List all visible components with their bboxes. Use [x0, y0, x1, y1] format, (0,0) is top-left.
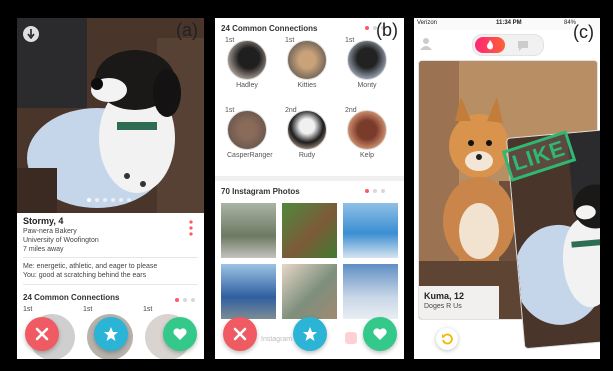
more-vertical-icon[interactable]	[188, 220, 194, 236]
instagram-title: 70 Instagram Photos	[221, 187, 300, 196]
panel-c-swipe-view: Verizon 11:34 PM 84% (c) Kuma, 12 Doges …	[414, 18, 600, 359]
connection-avatar	[227, 40, 267, 80]
super-like-button[interactable]	[94, 317, 128, 351]
star-icon	[104, 327, 118, 341]
heart-icon	[373, 328, 387, 340]
divider	[23, 284, 198, 285]
instagram-photo[interactable]	[343, 264, 398, 319]
instagram-photo[interactable]	[282, 264, 337, 319]
like-button[interactable]	[163, 317, 197, 351]
connection-degree: 1st	[225, 107, 235, 114]
pager-dot[interactable]	[191, 298, 195, 302]
connection-degree: 2nd	[345, 107, 357, 114]
panel-label-c: (c)	[573, 22, 594, 42]
bio-line: Me: energetic, athletic, and eager to pl…	[23, 263, 158, 270]
panel-label-a: (a)	[176, 20, 198, 40]
instagram-photo[interactable]	[282, 203, 337, 258]
pager-dot[interactable]	[365, 26, 369, 30]
close-icon	[233, 327, 247, 341]
connection-degree: 1st	[83, 306, 93, 313]
panel-label-b: (b)	[376, 20, 398, 40]
card-caption: Kuma, 12 Doges R Us	[419, 286, 499, 319]
profile-work: Paw-nera Bakery	[23, 228, 77, 235]
instagram-footer: Instagram	[261, 336, 293, 343]
pager-dot[interactable]	[87, 198, 91, 202]
mode-toggle[interactable]	[472, 34, 544, 56]
connection-name: Hadley	[236, 82, 258, 89]
undo-button[interactable]	[436, 328, 458, 350]
like-button[interactable]	[363, 317, 397, 351]
profile-name: Kuma, 12	[424, 291, 465, 301]
connection-item[interactable]: 1st Hadley	[225, 37, 267, 89]
connection-avatar	[347, 40, 387, 80]
divider	[23, 257, 198, 258]
profile-work: Doges R Us	[424, 303, 462, 310]
connection-degree: 1st	[345, 37, 355, 44]
connection-name: Kitties	[297, 82, 317, 89]
pager-dot[interactable]	[381, 189, 385, 193]
connection-item[interactable]: 1st Kitties	[285, 37, 327, 89]
instagram-photo[interactable]	[221, 203, 276, 258]
panel-a-profile-card: (a) Stormy, 4 Paw-nera Bakery University…	[17, 18, 204, 359]
section-divider	[215, 176, 404, 181]
connection-degree: 1st	[285, 37, 295, 44]
connection-avatar	[287, 40, 327, 80]
chat-icon[interactable]	[517, 39, 529, 51]
settings-icon[interactable]	[23, 26, 39, 42]
profile-icon[interactable]	[419, 36, 433, 50]
connection-degree: 2nd	[285, 107, 297, 114]
star-icon	[303, 327, 317, 341]
photo-pager	[87, 198, 131, 202]
nope-button[interactable]	[223, 317, 257, 351]
instagram-photo[interactable]	[221, 264, 276, 319]
pager-dot[interactable]	[119, 198, 123, 202]
bio-line: You: good at scratching behind the ears	[23, 272, 147, 279]
instagram-photo[interactable]	[343, 203, 398, 258]
carrier-label: Verizon	[417, 20, 438, 26]
connection-item[interactable]: 2nd Kelp	[345, 107, 387, 159]
connection-degree: 1st	[225, 37, 235, 44]
nope-button[interactable]	[25, 317, 59, 351]
pager-dot[interactable]	[103, 198, 107, 202]
pager-dot[interactable]	[183, 298, 187, 302]
connection-name: CasperRanger	[227, 152, 273, 159]
pager-dot[interactable]	[111, 198, 115, 202]
connection-name: Monty	[357, 82, 377, 89]
connection-item[interactable]: 2nd Rudy	[285, 107, 327, 159]
connection-avatar	[347, 110, 387, 150]
connection-item[interactable]: 1st CasperRanger	[225, 107, 273, 159]
profile-school: University of Woofington	[23, 237, 99, 244]
panel-b-connections-view: (b) 24 Common Connections 1st Hadley 1st…	[215, 18, 404, 359]
instagram-pager	[365, 189, 385, 193]
profile-name: Stormy, 4	[23, 216, 64, 226]
close-icon	[35, 327, 49, 341]
super-like-button[interactable]	[293, 317, 327, 351]
connection-degree: 1st	[23, 306, 33, 313]
clock: 11:34 PM	[496, 20, 522, 26]
connections-pager	[175, 298, 195, 302]
heart-icon	[173, 328, 187, 340]
connection-name: Kelp	[359, 152, 374, 159]
connection-avatar	[287, 110, 327, 150]
connection-degree: 1st	[143, 306, 153, 313]
connections-title: 24 Common Connections	[23, 293, 120, 302]
pager-dot[interactable]	[175, 298, 179, 302]
pager-dot[interactable]	[95, 198, 99, 202]
connections-title: 24 Common Connections	[221, 24, 318, 33]
profile-photo[interactable]	[17, 18, 204, 213]
connection-name: Rudy	[298, 152, 316, 159]
pager-dot[interactable]	[373, 189, 377, 193]
instagram-icon	[345, 332, 357, 344]
flame-icon[interactable]	[475, 37, 505, 53]
connection-item[interactable]: 1st Monty	[345, 37, 387, 89]
profile-distance: 7 miles away	[23, 246, 64, 253]
pager-dot[interactable]	[127, 198, 131, 202]
pager-dot[interactable]	[365, 189, 369, 193]
figure: { "labels": { "a": "(a)", "b": "(b)", "c…	[0, 0, 613, 371]
connection-avatar	[227, 110, 267, 150]
dog-photo-art	[17, 18, 204, 213]
undo-icon	[442, 333, 453, 345]
